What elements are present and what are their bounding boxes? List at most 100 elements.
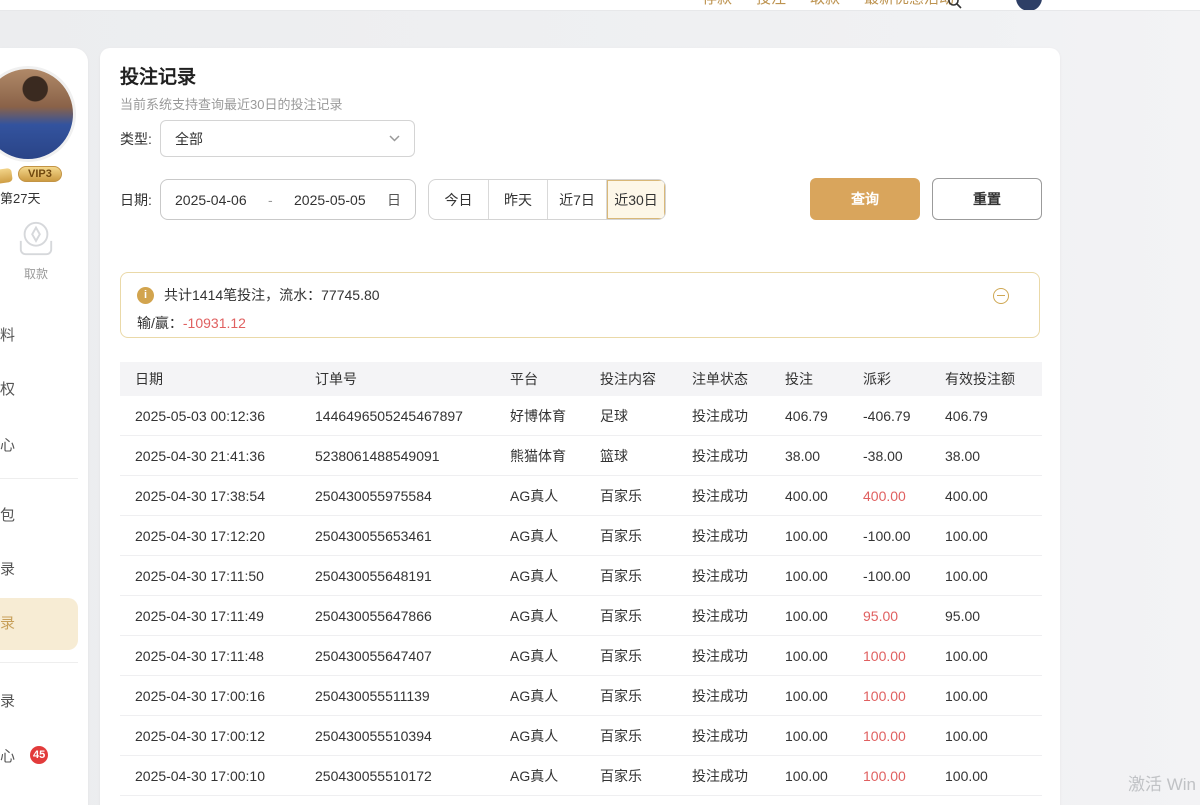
quick-btn-yesterday[interactable]: 昨天 (488, 180, 547, 219)
cell-date: 2025-04-30 17:12:20 (135, 528, 315, 544)
vip-medal-icon (0, 168, 13, 184)
summary-banner: i 共计1414笔投注，流水：77745.80 输/赢：-10931.12 (120, 272, 1040, 338)
info-icon: i (137, 287, 154, 304)
cell-content: 足球 (600, 406, 692, 426)
withdraw-quick-action[interactable]: 取款 (10, 220, 62, 282)
col-header-status: 注单状态 (692, 369, 785, 389)
cell-order: 250430055648191 (315, 568, 510, 584)
search-icon[interactable] (947, 0, 962, 11)
cell-status: 投注成功 (692, 486, 785, 506)
cell-payout: -100.00 (863, 568, 945, 584)
withdraw-label: 取款 (10, 265, 62, 282)
vip-badge: VIP3 (18, 166, 62, 182)
sidebar-item-wallet[interactable]: 包 (0, 504, 15, 525)
cell-order: 1446496505245467897 (315, 408, 510, 424)
cell-date: 2025-04-30 17:38:54 (135, 488, 315, 504)
cell-valid: 100.00 (945, 688, 1042, 704)
col-header-valid: 有效投注额 (945, 369, 1042, 389)
cell-status: 投注成功 (692, 766, 785, 786)
sidebar-item-other-records[interactable]: 录 (0, 690, 15, 711)
collapse-minus-icon[interactable] (993, 288, 1009, 304)
cell-bet: 100.00 (785, 568, 863, 584)
cell-bet: 100.00 (785, 648, 863, 664)
vip-day-text: 第27天 (0, 188, 40, 207)
quick-date-group: 今日 昨天 近7日 近30日 (428, 179, 666, 220)
nav-item-bet[interactable]: 投注 (756, 0, 786, 8)
cell-date: 2025-04-30 17:11:49 (135, 608, 315, 624)
col-header-platform: 平台 (510, 369, 600, 389)
type-label: 类型: (120, 120, 152, 157)
type-select[interactable]: 全部 (160, 120, 415, 157)
quick-btn-30days[interactable]: 近30日 (606, 180, 665, 219)
quick-btn-7days[interactable]: 近7日 (547, 180, 606, 219)
cell-date: 2025-04-30 17:11:50 (135, 568, 315, 584)
reset-button[interactable]: 重置 (932, 178, 1042, 220)
cell-content: 百家乐 (600, 646, 692, 666)
cell-valid: 406.79 (945, 408, 1042, 424)
search-button[interactable]: 查询 (810, 178, 920, 220)
cell-platform: 熊猫体育 (510, 446, 600, 466)
cell-content: 百家乐 (600, 566, 692, 586)
cell-platform: AG真人 (510, 686, 600, 706)
cell-content: 百家乐 (600, 486, 692, 506)
cell-platform: 好博体育 (510, 406, 600, 426)
betting-records-card: 投注记录 当前系统支持查询最近30日的投注记录 类型: 全部 日期: 2025-… (100, 48, 1060, 805)
sidebar-item-message-center[interactable]: 心 (0, 745, 15, 766)
col-header-order: 订单号 (315, 369, 510, 389)
table-row: 2025-04-30 17:12:20250430055653461AG真人百家… (120, 516, 1042, 556)
bet-records-table: 日期 订单号 平台 投注内容 注单状态 投注 派彩 有效投注额 2025-05-… (120, 362, 1042, 796)
screen: 存款 投注 取款 最新优惠活动 VIP3 第27天 取款 料 权 (0, 0, 1200, 805)
col-header-bet: 投注 (785, 369, 863, 389)
cell-valid: 38.00 (945, 448, 1042, 464)
cell-valid: 400.00 (945, 488, 1042, 504)
cell-content: 百家乐 (600, 526, 692, 546)
cell-payout: 95.00 (863, 608, 945, 624)
sidebar-divider (0, 478, 78, 479)
date-range-separator: - (268, 192, 273, 208)
cell-platform: AG真人 (510, 526, 600, 546)
cell-bet: 100.00 (785, 728, 863, 744)
cell-platform: AG真人 (510, 646, 600, 666)
cell-payout: 100.00 (863, 648, 945, 664)
table-row: 2025-04-30 17:11:48250430055647407AG真人百家… (120, 636, 1042, 676)
cell-order: 250430055653461 (315, 528, 510, 544)
sidebar-item-profile[interactable]: 料 (0, 324, 15, 345)
col-header-date: 日期 (135, 369, 315, 389)
cell-order: 250430055647866 (315, 608, 510, 624)
col-header-content: 投注内容 (600, 369, 692, 389)
cell-valid: 100.00 (945, 728, 1042, 744)
windows-activation-watermark: 激活 Win (1128, 770, 1196, 795)
cell-order: 250430055510394 (315, 728, 510, 744)
sidebar-item-privileges[interactable]: 权 (0, 378, 15, 399)
sidebar-item-center[interactable]: 心 (0, 434, 15, 455)
nav-item-promotions[interactable]: 最新优惠活动 (864, 0, 954, 8)
summary-line1: i 共计1414笔投注，流水：77745.80 (137, 285, 380, 305)
sidebar-item-bet-records[interactable]: 录 (0, 612, 15, 633)
nav-item-deposit[interactable]: 存款 (702, 0, 732, 8)
date-label: 日期: (120, 179, 152, 220)
cell-date: 2025-04-30 21:41:36 (135, 448, 315, 464)
cell-content: 百家乐 (600, 606, 692, 626)
table-row: 2025-04-30 17:11:49250430055647866AG真人百家… (120, 596, 1042, 636)
cell-platform: AG真人 (510, 726, 600, 746)
cell-order: 5238061488549091 (315, 448, 510, 464)
topbar-avatar[interactable] (1016, 0, 1042, 11)
cell-payout: 100.00 (863, 728, 945, 744)
date-range-input[interactable]: 2025-04-06 - 2025-05-05 日 (160, 179, 416, 220)
quick-btn-today[interactable]: 今日 (429, 180, 488, 219)
top-nav-items: 存款 投注 取款 最新优惠活动 (702, 0, 954, 8)
nav-item-withdraw[interactable]: 取款 (810, 0, 840, 8)
user-avatar (0, 66, 76, 162)
date-start-value: 2025-04-06 (175, 192, 247, 208)
cell-payout: -406.79 (863, 408, 945, 424)
cell-content: 篮球 (600, 446, 692, 466)
cell-valid: 100.00 (945, 568, 1042, 584)
sidebar: VIP3 第27天 取款 料 权 心 包 录 录 录 心 45 (0, 48, 88, 805)
page-title: 投注记录 (120, 62, 196, 89)
cell-status: 投注成功 (692, 446, 785, 466)
table-row: 2025-05-03 00:12:361446496505245467897好博… (120, 396, 1042, 436)
chevron-down-icon (389, 135, 400, 142)
table-row: 2025-04-30 17:00:10250430055510172AG真人百家… (120, 756, 1042, 796)
sidebar-divider (0, 662, 78, 663)
sidebar-item-records[interactable]: 录 (0, 558, 15, 579)
